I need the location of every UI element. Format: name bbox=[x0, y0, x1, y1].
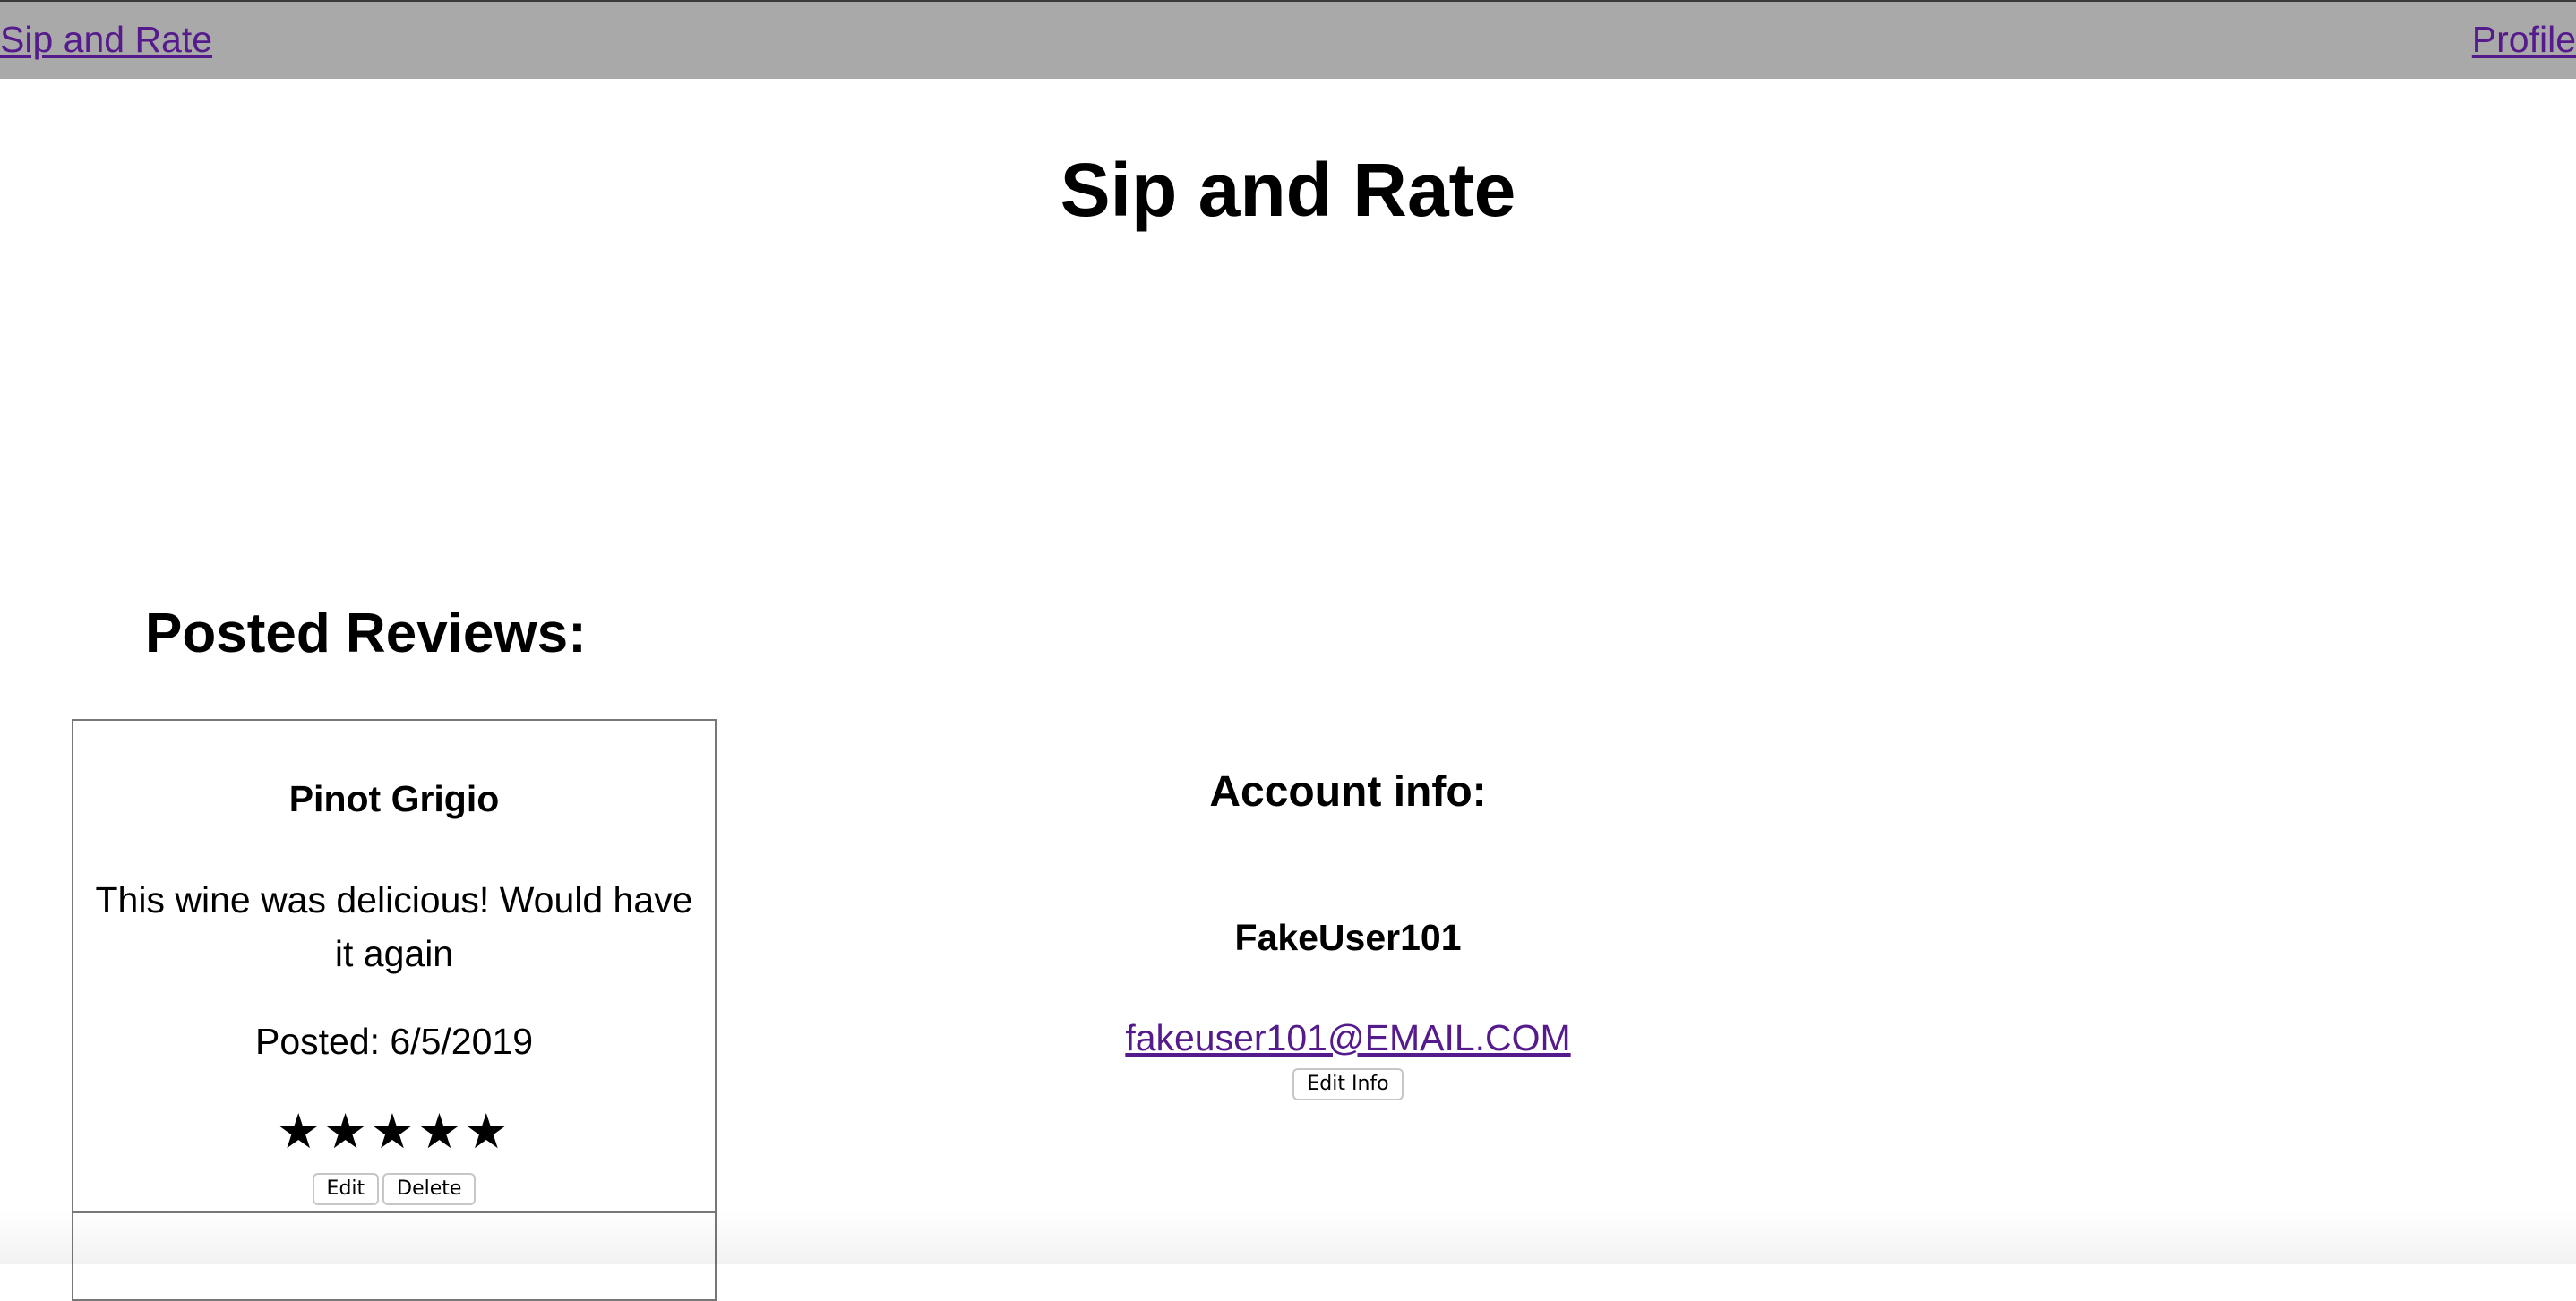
review-posted-date: Posted: 6/5/2019 bbox=[254, 1021, 534, 1062]
edit-info-button[interactable]: Edit Info bbox=[1292, 1068, 1404, 1100]
page-title: Sip and Rate bbox=[1060, 148, 1516, 232]
account-username: FakeUser101 bbox=[1234, 917, 1462, 958]
review-wine-name: Pinot Grigio bbox=[288, 778, 500, 819]
review-card bbox=[72, 1211, 717, 1301]
account-actions: Edit Info bbox=[990, 1068, 1706, 1100]
star-rating: ★★★★★ bbox=[276, 1105, 512, 1159]
nav-profile-link[interactable]: Profile bbox=[2472, 18, 2576, 61]
review-card: Pinot Grigio This wine was delicious! Wo… bbox=[72, 719, 717, 1213]
edit-review-button[interactable]: Edit bbox=[312, 1173, 380, 1205]
posted-reviews-heading: Posted Reviews: bbox=[145, 603, 587, 664]
nav-home-link[interactable]: Sip and Rate bbox=[0, 18, 212, 61]
top-navbar: Sip and Rate Profile bbox=[0, 0, 2576, 79]
account-info-heading: Account info: bbox=[1209, 768, 1487, 816]
review-actions: Edit Delete bbox=[73, 1173, 715, 1205]
review-text: This wine was delicious! Would have it a… bbox=[95, 879, 693, 974]
account-email-link[interactable]: fakeuser101@EMAIL.COM bbox=[990, 1015, 1706, 1060]
delete-review-button[interactable]: Delete bbox=[382, 1173, 477, 1205]
